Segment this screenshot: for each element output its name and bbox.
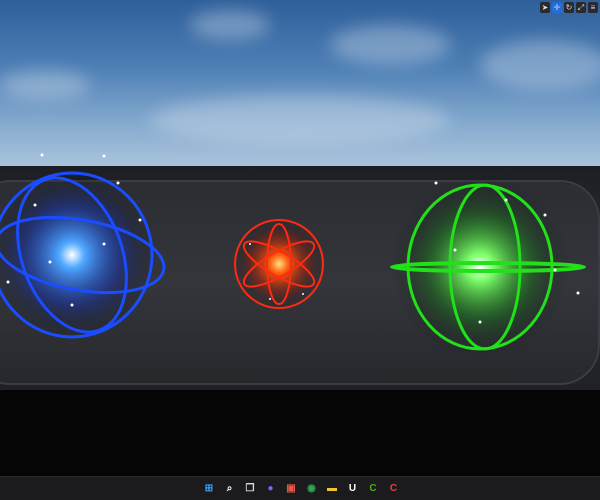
unreal-engine-icon[interactable]: U — [346, 482, 360, 496]
chrome-icon[interactable]: ◉ — [305, 482, 319, 496]
viewport-toolbar: ➤ ✛ ↻ ⤢ ≡ — [540, 2, 598, 13]
blue-orb[interactable] — [0, 163, 170, 348]
rotate-icon[interactable]: ↻ — [564, 2, 574, 13]
select-arrow-icon[interactable]: ➤ — [540, 2, 550, 13]
chat-icon[interactable]: ● — [264, 482, 278, 496]
more-icon[interactable]: ≡ — [588, 2, 598, 13]
windows-start-icon[interactable]: ⊞ — [202, 482, 216, 496]
orb-effects — [0, 153, 586, 357]
scale-icon[interactable]: ⤢ — [576, 2, 586, 13]
unreal-viewport[interactable]: ➤ ✛ ↻ ⤢ ≡ — [0, 0, 600, 476]
app-red-c-icon[interactable]: C — [387, 482, 401, 496]
red-orb[interactable] — [234, 219, 324, 309]
green-orb[interactable] — [390, 177, 586, 357]
windows-taskbar: ⊞ ⌕ ❐ ● ▣ ◉ ▬ U C C — [0, 476, 600, 500]
app-green-c-icon[interactable]: C — [366, 482, 380, 496]
task-view-icon[interactable]: ❐ — [243, 482, 257, 496]
file-explorer-icon[interactable]: ▬ — [325, 482, 339, 496]
move-icon[interactable]: ✛ — [552, 2, 562, 13]
app-icon[interactable]: ▣ — [284, 482, 298, 496]
search-icon[interactable]: ⌕ — [223, 482, 237, 496]
